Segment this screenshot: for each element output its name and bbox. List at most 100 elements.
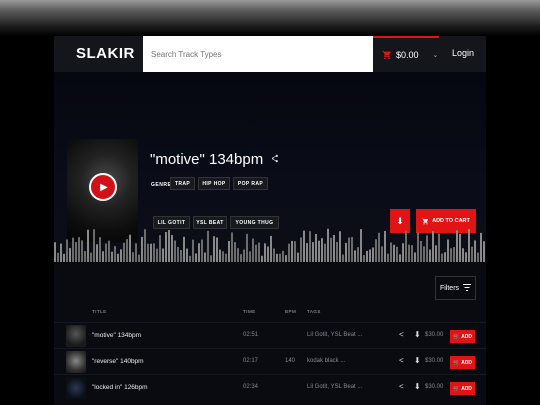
waveform-bar <box>81 240 83 262</box>
waveform-bar <box>441 253 443 262</box>
waveform-bar <box>192 239 194 262</box>
waveform-bar <box>102 251 104 262</box>
cart-icon: 🛒 <box>452 333 460 340</box>
waveform-bar <box>288 243 290 262</box>
waveform-bar <box>453 247 455 262</box>
waveform-bar <box>114 246 116 262</box>
download-icon[interactable]: ⬇ <box>414 356 421 365</box>
waveform-bar <box>411 245 413 262</box>
genre-tag[interactable]: HIP HOP <box>198 177 230 190</box>
waveform-bar <box>423 246 425 262</box>
waveform-bar <box>75 242 77 262</box>
waveform-bar <box>60 243 62 262</box>
row-time: 02:51 <box>243 332 259 338</box>
track-title: "motive" 134bpm <box>150 151 264 168</box>
waveform-bar <box>399 254 401 262</box>
add-button[interactable]: 🛒 ADD <box>450 330 475 343</box>
track-thumbnail <box>66 377 86 399</box>
play-button[interactable]: ▶ <box>89 173 117 201</box>
table-row[interactable]: "locked in" 126bpm 02:34 Lil Gotit, YSL … <box>54 374 486 400</box>
waveform-bar <box>108 240 110 262</box>
search-input[interactable] <box>143 36 373 72</box>
waveform-bar <box>168 230 170 262</box>
waveform-bar <box>159 235 161 262</box>
waveform-bar <box>90 252 92 262</box>
row-price: $30.00 <box>425 358 444 364</box>
waveform-bar <box>327 228 329 262</box>
row-price: $30.00 <box>425 384 444 390</box>
row-title[interactable]: "reverse" 140bpm <box>92 358 144 365</box>
waveform-bar <box>111 251 113 262</box>
waveform-bar <box>258 242 260 262</box>
waveform-bar <box>366 250 368 262</box>
waveform-bar <box>264 243 266 262</box>
waveform-bar <box>447 239 449 262</box>
waveform-bar <box>474 240 476 262</box>
waveform-bar <box>285 255 287 262</box>
genre-tag[interactable]: TRAP <box>170 177 195 190</box>
waveform-bar <box>291 240 293 262</box>
row-title[interactable]: "locked in" 126bpm <box>92 384 148 391</box>
waveform-bar <box>408 244 410 262</box>
waveform-bar <box>414 252 416 262</box>
waveform-bar <box>303 230 305 262</box>
waveform-bar <box>444 252 446 262</box>
table-row[interactable]: "reverse" 140bpm 02:17 140 kodak black .… <box>54 348 486 374</box>
play-icon: ▶ <box>100 181 108 193</box>
filters-button[interactable]: Filters <box>435 276 476 300</box>
waveform-bar <box>177 246 179 262</box>
waveform-bar <box>156 248 158 262</box>
waveform-bar <box>348 237 350 262</box>
share-icon[interactable]: < <box>399 382 404 391</box>
cart-icon: 🛒 <box>452 359 460 366</box>
filters-label: Filters <box>439 284 460 292</box>
waveform-bar <box>150 243 152 262</box>
table-row[interactable]: "motive" 134bpm 02:51 Lil Gotit, YSL Bea… <box>54 322 486 348</box>
filter-icon <box>463 283 472 293</box>
row-time: 02:34 <box>243 384 259 390</box>
waveform-bar <box>249 251 251 262</box>
waveform-bar <box>105 243 107 262</box>
header-tags: TAGS <box>307 309 321 314</box>
waveform-bar <box>120 249 122 262</box>
waveform-bar <box>69 248 71 262</box>
waveform-bar <box>339 231 341 262</box>
download-icon[interactable]: ⬇ <box>414 382 421 391</box>
genre-tag[interactable]: POP RAP <box>233 177 268 190</box>
brand-logo[interactable]: SLAKIR <box>76 45 135 62</box>
waveform-bar <box>54 242 56 262</box>
waveform-bar <box>354 250 356 262</box>
add-button[interactable]: 🛒 ADD <box>450 356 475 369</box>
waveform-bar <box>243 249 245 262</box>
download-icon[interactable]: ⬇ <box>414 330 421 339</box>
waveform-bar <box>333 234 335 262</box>
login-link[interactable]: Login <box>452 48 474 58</box>
waveform-bar <box>345 242 347 262</box>
waveform-bar <box>435 245 437 262</box>
row-tags: Lil Gotit, YSL Beat ... <box>307 332 363 338</box>
waveform-bar <box>477 252 479 262</box>
waveform-bar <box>246 233 248 262</box>
cart-button[interactable]: $0.00 ⌄ <box>373 36 439 72</box>
waveform-bar <box>201 239 203 262</box>
waveform-bar <box>465 252 467 262</box>
waveform-bar <box>357 247 359 262</box>
waveform-bar <box>309 231 311 262</box>
waveform-bar <box>207 230 209 262</box>
waveform-bar <box>312 242 314 262</box>
row-title[interactable]: "motive" 134bpm <box>92 332 141 339</box>
waveform-bar <box>210 255 212 262</box>
waveform-bar <box>198 243 200 262</box>
waveform-bar <box>351 237 353 262</box>
add-button[interactable]: 🛒 ADD <box>450 382 475 395</box>
waveform-bar <box>144 229 146 262</box>
waveform-bar <box>87 229 89 262</box>
share-icon[interactable] <box>270 154 279 166</box>
waveform-bar <box>297 252 299 262</box>
share-icon[interactable]: < <box>399 356 404 365</box>
waveform[interactable] <box>54 226 486 262</box>
waveform-bar <box>93 229 95 262</box>
share-icon[interactable]: < <box>399 330 404 339</box>
waveform-bar <box>84 251 86 262</box>
waveform-bar <box>204 252 206 262</box>
